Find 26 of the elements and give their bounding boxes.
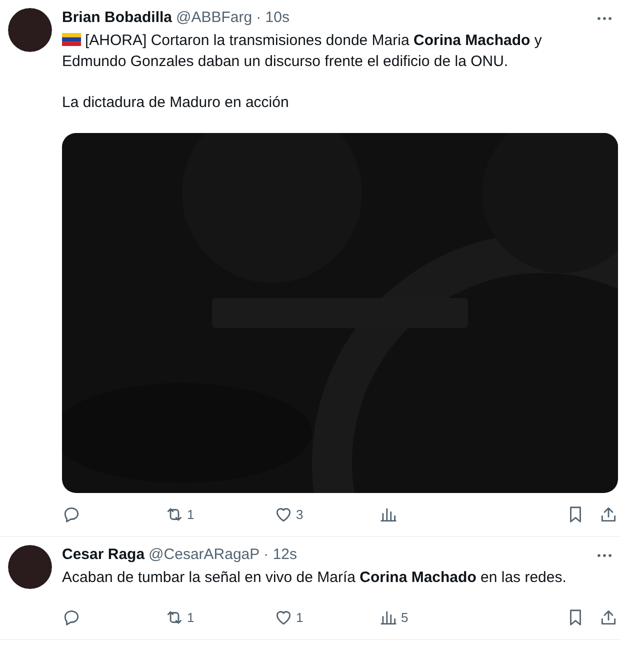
timestamp[interactable]: · 12s <box>264 545 298 565</box>
reply-button[interactable] <box>62 505 81 524</box>
heart-icon <box>274 505 293 524</box>
timestamp[interactable]: · 10s <box>256 8 290 28</box>
views-button[interactable]: 5 <box>379 608 408 627</box>
share-icon <box>599 608 618 627</box>
repost-button[interactable]: 1 <box>165 608 194 627</box>
share-button[interactable] <box>599 505 618 524</box>
like-button[interactable]: 1 <box>274 608 304 627</box>
user-name[interactable]: Brian Bobadilla <box>62 8 172 28</box>
repost-button[interactable]: 1 <box>165 505 194 524</box>
avatar[interactable] <box>8 8 52 52</box>
heart-icon <box>274 608 293 627</box>
share-icon <box>599 505 618 524</box>
tweet-text: [AHORA] Cortaron la transmisiones donde Maria Corina Machado y Edmundo Gonzales daban un discurso frente el edificio de la ONU. <box>62 32 542 70</box>
share-button[interactable] <box>599 608 618 627</box>
user-name[interactable]: Cesar Raga <box>62 545 145 565</box>
reply-button[interactable] <box>62 608 81 627</box>
tweet-text: Acaban de tumbar la señal en vivo de María Corina Machado en las redes. <box>62 569 566 586</box>
user-handle[interactable]: @ABBFarg <box>176 8 252 28</box>
user-handle[interactable]: @CesarARagaP <box>148 545 260 565</box>
tweet-text: La dictadura de Maduro en acción <box>62 94 289 111</box>
reply-icon <box>62 505 81 524</box>
reply-icon <box>62 608 81 627</box>
like-button[interactable]: 3 <box>274 505 304 524</box>
avatar[interactable] <box>8 545 52 589</box>
